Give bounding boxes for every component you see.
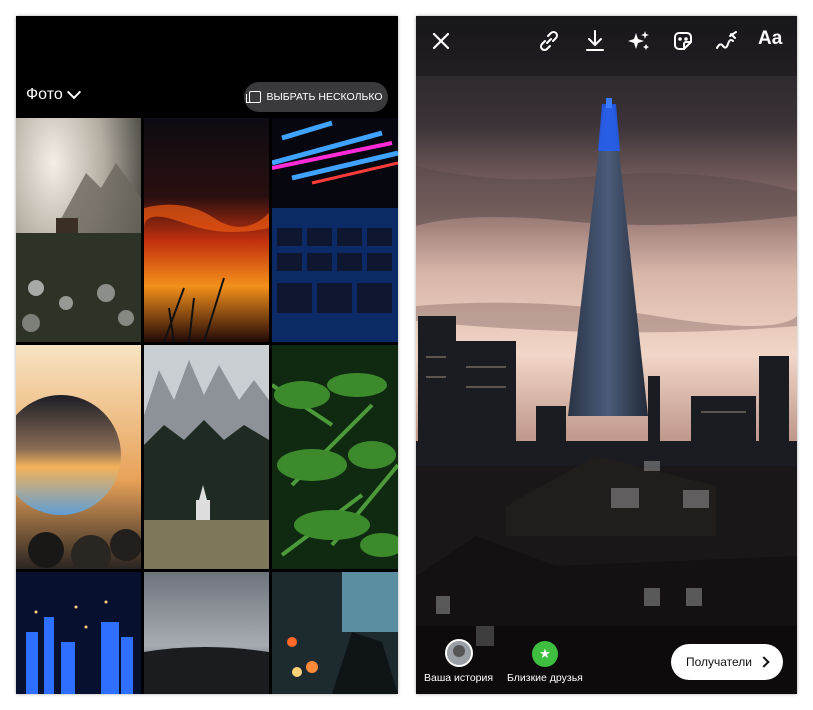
- draw-icon[interactable]: [714, 28, 740, 54]
- story-photo: [416, 16, 797, 694]
- album-dropdown[interactable]: Фото: [26, 85, 81, 104]
- your-story-label: Ваша история: [424, 672, 494, 684]
- your-story-button[interactable]: Ваша история: [424, 639, 493, 684]
- gallery-thumbnail[interactable]: [272, 345, 398, 569]
- link-icon[interactable]: [536, 28, 562, 54]
- gallery-thumbnail[interactable]: [272, 118, 398, 342]
- gallery-thumbnail[interactable]: [144, 118, 269, 342]
- gallery-thumbnail[interactable]: [16, 118, 141, 342]
- star-icon: ★: [531, 641, 558, 667]
- gallery-thumbnail[interactable]: [16, 572, 141, 694]
- select-multiple-label: ВЫБРАТЬ НЕСКОЛЬКО: [266, 91, 383, 103]
- gallery-thumbnail[interactable]: [16, 345, 141, 569]
- gallery-thumbnail[interactable]: [144, 572, 269, 694]
- recipients-label: Получатели: [685, 655, 753, 669]
- sticker-icon[interactable]: [670, 28, 696, 54]
- gallery-thumbnail[interactable]: [144, 345, 269, 569]
- gallery-header: Фото ВЫБРАТЬ НЕСКОЛЬКО: [16, 16, 398, 118]
- close-icon[interactable]: [428, 28, 454, 54]
- avatar: [444, 639, 473, 667]
- story-editor: Aa Ваша история ★ Близкие друзья Получат…: [416, 16, 797, 694]
- download-icon[interactable]: [582, 28, 608, 54]
- recipients-button[interactable]: Получатели: [671, 644, 783, 680]
- gallery-panel: Фото ВЫБРАТЬ НЕСКОЛЬКО: [16, 16, 398, 694]
- close-friends-label: Близкие друзья: [507, 672, 583, 684]
- chevron-down-icon: [66, 85, 81, 100]
- chevron-right-icon: [758, 656, 770, 668]
- photo-grid: [16, 118, 398, 694]
- sparkles-icon[interactable]: [626, 28, 652, 54]
- editor-toolbar: Aa: [416, 16, 797, 66]
- multi-select-icon: [246, 91, 262, 103]
- gallery-thumbnail[interactable]: [272, 572, 398, 694]
- text-tool-button[interactable]: Aa: [758, 28, 782, 50]
- album-label: Фото: [26, 86, 63, 103]
- select-multiple-button[interactable]: ВЫБРАТЬ НЕСКОЛЬКО: [244, 82, 388, 112]
- close-friends-button[interactable]: ★ Близкие друзья: [507, 641, 583, 684]
